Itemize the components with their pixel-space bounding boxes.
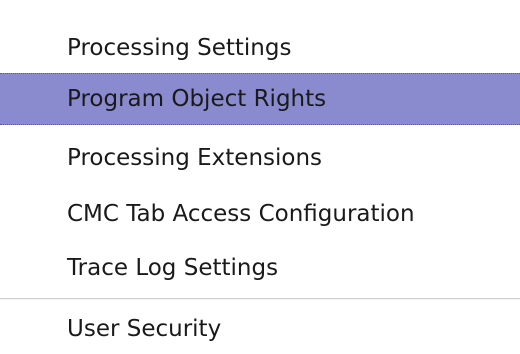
menu-item-processing-extensions[interactable]: Processing Extensions — [0, 134, 520, 182]
menu-item-label: Trace Log Settings — [67, 255, 279, 281]
menu-item-label: CMC Tab Access Configuration — [67, 201, 415, 227]
menu-separator — [0, 298, 520, 300]
menu-item-label: Processing Settings — [67, 35, 292, 61]
menu-item-label: Processing Extensions — [67, 145, 323, 171]
context-menu: Processing Settings Program Object Right… — [0, 0, 520, 354]
menu-item-processing-settings[interactable]: Processing Settings — [0, 24, 520, 72]
menu-item-label: Program Object Rights — [67, 86, 327, 112]
menu-item-program-object-rights[interactable]: Program Object Rights — [0, 73, 520, 125]
menu-item-cmc-tab-access-configuration[interactable]: CMC Tab Access Configuration — [0, 190, 520, 238]
menu-item-label: User Security — [67, 316, 222, 342]
menu-item-user-security[interactable]: User Security — [0, 306, 520, 352]
menu-item-trace-log-settings[interactable]: Trace Log Settings — [0, 244, 520, 292]
